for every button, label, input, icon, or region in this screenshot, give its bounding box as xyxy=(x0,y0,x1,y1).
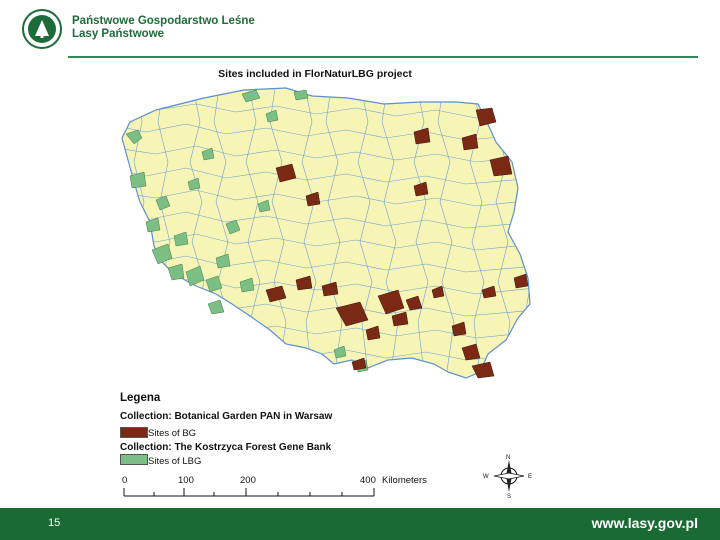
compass-e: E xyxy=(528,474,532,480)
legend-swatch-lbg xyxy=(120,454,148,465)
org-name-line2: Lasy Państwowe xyxy=(72,28,165,40)
slide-header: Państwowe Gospodarstwo Leśne Lasy Państw… xyxy=(0,0,720,60)
scale-tick-100: 100 xyxy=(178,475,194,486)
compass-w: W xyxy=(483,474,489,480)
legend-collection-1: Collection: Botanical Garden PAN in Wars… xyxy=(120,411,333,422)
scale-tick-200: 200 xyxy=(240,475,256,486)
scale-unit: Kilometers xyxy=(382,475,427,486)
legend-title: Legena xyxy=(120,392,161,404)
footer-url[interactable]: www.lasy.gov.pl xyxy=(592,515,698,531)
lasy-panstwowe-logo xyxy=(22,9,62,49)
compass-n: N xyxy=(506,455,510,461)
organization-name: Państwowe Gospodarstwo Leśne Lasy Państw… xyxy=(72,15,255,41)
scale-bar: 0 100 200 400 Kilometers xyxy=(122,475,427,497)
north-arrow-compass: N S E W xyxy=(483,455,532,498)
org-name-line1: Państwowe Gospodarstwo Leśne xyxy=(72,15,255,27)
compass-s: S xyxy=(507,494,511,498)
slide-footer: 15 www.lasy.gov.pl xyxy=(0,508,720,540)
header-divider xyxy=(68,56,698,58)
legend-label-bg: Sites of BG xyxy=(148,428,197,439)
scale-tick-400: 400 xyxy=(360,475,376,486)
poland-sites-map xyxy=(121,87,531,379)
scale-tick-0: 0 xyxy=(122,475,127,486)
map-title: Sites included in FlorNaturLBG project xyxy=(218,68,412,80)
page-number: 15 xyxy=(48,517,61,529)
legend-label-lbg: Sites of LBG xyxy=(148,456,202,467)
legend-swatch-bg xyxy=(120,427,148,438)
legend-collection-2: Collection: The Kostrzyca Forest Gene Ba… xyxy=(120,442,332,453)
